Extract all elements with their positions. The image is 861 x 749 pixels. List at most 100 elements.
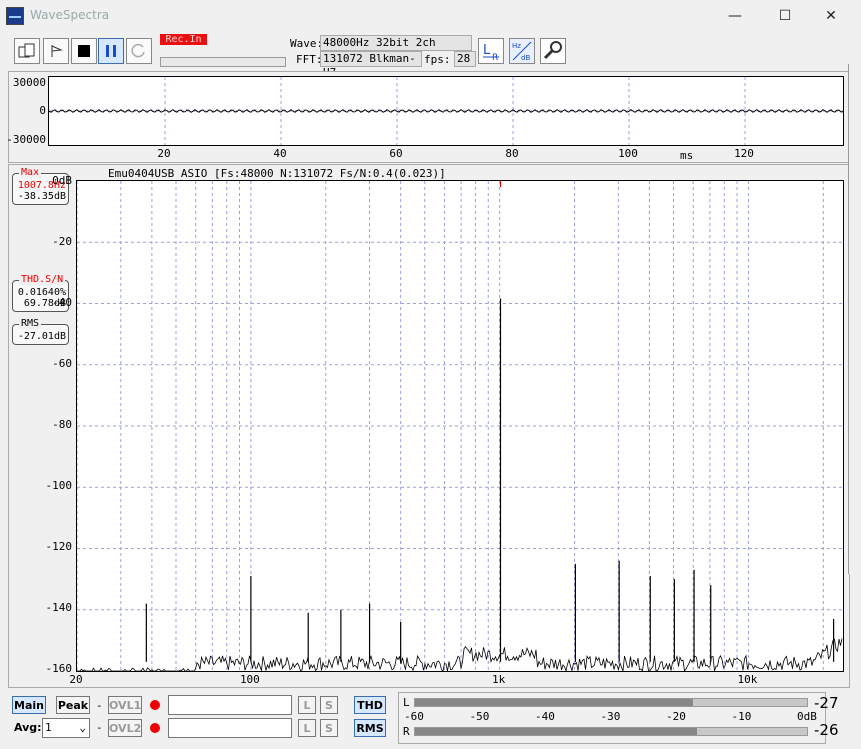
fps-label: fps: — [424, 53, 451, 66]
meter-scale-label: -30 — [600, 710, 621, 723]
pause-icon — [106, 45, 116, 57]
spectrum-ytick: -40 — [52, 296, 72, 309]
wave-xtick: 80 — [505, 147, 519, 160]
wave-label: Wave: — [290, 37, 324, 50]
title-bar: WaveSpectra — ☐ ✕ — [0, 0, 861, 32]
ovl1-button[interactable]: OVL1 — [108, 696, 142, 714]
right-level-value: -26 — [814, 721, 839, 739]
spectrum-ytick: -120 — [45, 540, 73, 553]
fft-setting-value: 131072 Blkman-H7 — [320, 51, 422, 79]
meter-r-label: R — [403, 725, 410, 738]
meter-scale-label: -10 — [731, 710, 752, 723]
dash-separator: - — [96, 699, 103, 712]
left-level-fill — [415, 699, 694, 706]
stop-button[interactable] — [71, 38, 97, 64]
wave-ytick: 0 — [39, 104, 46, 117]
left-level-value: -27 — [814, 694, 839, 712]
meter-scale-label: -60 — [404, 710, 424, 723]
wave-xtick: 20 — [157, 147, 171, 160]
stop-icon — [78, 45, 90, 57]
side-panel — [848, 64, 861, 574]
dash-separator: - — [96, 721, 103, 734]
loop-icon — [131, 43, 145, 58]
peak-button[interactable]: Peak — [56, 696, 90, 714]
max-level: -38.35dB — [17, 191, 66, 202]
ovl2-l-button[interactable]: L — [298, 719, 316, 737]
overlay2-name-field[interactable] — [168, 718, 292, 738]
fft-label: FFT: — [296, 53, 323, 66]
left-level-bar — [414, 698, 808, 707]
ovl2-button[interactable]: OVL2 — [108, 719, 142, 737]
avg-select-value: 1 — [45, 721, 52, 734]
meter-scale-label: -20 — [666, 710, 686, 723]
spectrum-ytick: -60 — [52, 357, 72, 370]
wave-xtick: 40 — [273, 147, 287, 160]
minimize-button[interactable]: — — [712, 4, 758, 28]
meter-scale-label: 0dB — [797, 710, 817, 723]
wave-xtick: 60 — [389, 147, 403, 160]
svg-text:R: R — [492, 53, 498, 63]
hz-db-scale-button[interactable]: Hz dB — [509, 38, 535, 64]
svg-text:L: L — [483, 43, 491, 58]
rms-info-box: RMS -27.01dB — [12, 318, 69, 345]
rec-in-badge: Rec.In — [160, 34, 207, 45]
avg-select[interactable]: 1 ⌄ — [42, 718, 90, 738]
meter-scale-label: -40 — [535, 710, 555, 723]
rms-title: RMS — [19, 318, 42, 329]
spectrum-ytick: -140 — [45, 601, 73, 614]
open-file-button[interactable] — [14, 38, 40, 64]
app-icon — [6, 7, 24, 25]
avg-label: Avg: — [14, 721, 42, 734]
svg-text:dB: dB — [521, 54, 530, 62]
spectrum-xtick: 100 — [239, 673, 260, 686]
right-level-fill — [415, 728, 698, 735]
record-dot-icon[interactable] — [150, 700, 160, 710]
spectrum-ytick: 0dB — [52, 174, 72, 187]
play-button[interactable] — [43, 38, 69, 64]
ovl1-l-button[interactable]: L — [298, 696, 316, 714]
meter-l-label: L — [403, 696, 410, 709]
settings-button[interactable] — [540, 38, 566, 64]
ovl2-s-button[interactable]: S — [320, 719, 338, 737]
wave-ytick: -30000 — [6, 133, 46, 146]
loop-button[interactable] — [126, 38, 152, 64]
meter-scale-label: -50 — [469, 710, 490, 723]
ovl1-s-button[interactable]: S — [320, 696, 338, 714]
spectrum-ytick: -100 — [45, 479, 73, 492]
lr-channel-icon: LR — [483, 43, 499, 63]
wave-ytick: 30000 — [12, 76, 46, 89]
spectrum-xtick: 20 — [69, 673, 83, 686]
thd-title: THD.S/N — [19, 274, 66, 285]
right-level-bar — [414, 727, 808, 736]
chevron-down-icon: ⌄ — [79, 721, 86, 734]
fps-value: 28 — [454, 51, 476, 67]
record-dot-icon[interactable] — [150, 723, 160, 733]
waveform-plot[interactable] — [48, 76, 844, 146]
wrench-icon — [543, 41, 562, 60]
wave-xtick: 100 — [618, 147, 638, 160]
wave-xunit: ms — [680, 149, 694, 162]
wave-format-value: 48000Hz 32bit 2ch — [320, 35, 472, 51]
wave-xtick: 120 — [734, 147, 754, 160]
overlay1-name-field[interactable] — [168, 695, 292, 715]
spectrum-trace — [77, 638, 843, 671]
spectrum-xtick: 1k — [492, 673, 506, 686]
main-button[interactable]: Main — [12, 696, 46, 714]
rms-button[interactable]: RMS — [354, 719, 386, 737]
spectrum-header: Emu0404USB ASIO [Fs:48000 N:131072 Fs/N:… — [108, 167, 446, 180]
play-marker-icon — [51, 45, 63, 57]
spectrum-plot[interactable] — [76, 180, 844, 672]
maximize-button[interactable]: ☐ — [762, 4, 808, 28]
spectrum-ytick: -80 — [52, 418, 72, 431]
close-button[interactable]: ✕ — [808, 4, 854, 28]
open-file-icon — [18, 43, 35, 58]
window-title: WaveSpectra — [30, 8, 110, 22]
record-level-slider[interactable] — [160, 57, 286, 67]
thd-button[interactable]: THD — [354, 696, 386, 714]
hz-db-icon: HzdB — [512, 41, 532, 62]
spectrum-xtick: 10k — [737, 673, 758, 686]
pause-button[interactable] — [98, 38, 124, 64]
lr-channel-button[interactable]: LR — [478, 38, 504, 64]
spectrum-ytick: -20 — [52, 235, 72, 248]
rms-value: -27.01dB — [17, 331, 66, 342]
